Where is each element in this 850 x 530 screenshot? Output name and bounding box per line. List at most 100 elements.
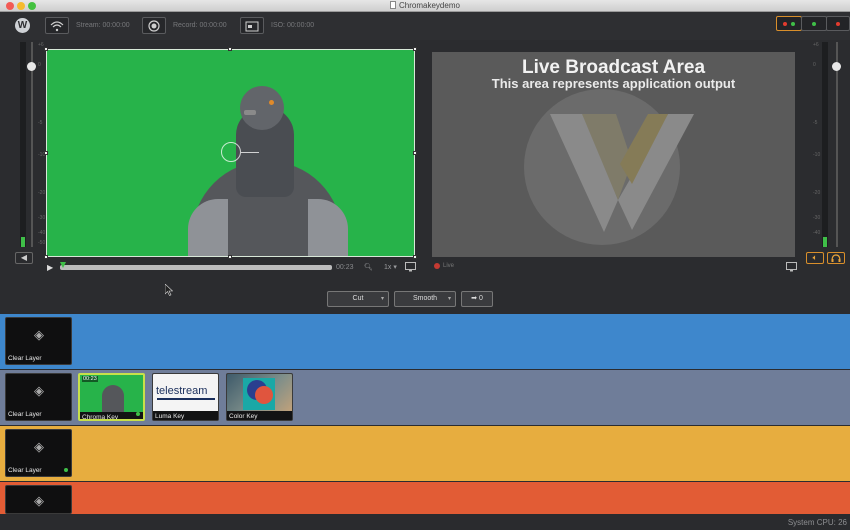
window-title: Chromakeydemo: [0, 1, 850, 10]
color-key-thumbnail: [227, 374, 292, 411]
record-button[interactable]: [142, 17, 166, 34]
clear-layer-clip[interactable]: ◈ Clear Layer: [5, 373, 72, 421]
clear-layer-clip[interactable]: ◈ Clear Layer: [5, 317, 72, 365]
live-label: Live: [443, 263, 455, 269]
status-indicator-2[interactable]: [801, 16, 827, 31]
scale-tick: +6: [38, 42, 44, 48]
pigeon-beak: [244, 110, 256, 115]
scale-tick: -20: [813, 190, 821, 196]
left-mute-button[interactable]: ◀: [15, 252, 33, 264]
toolbar: W Stream: 00:00:00 Record: 00:00:00 ISO:…: [0, 12, 850, 40]
scale-tick: -30: [813, 215, 821, 221]
scale-tick: -20: [38, 190, 46, 196]
layers-icon: ◈: [34, 493, 44, 508]
output-canvas: Live Broadcast Area This area represents…: [432, 52, 795, 257]
speed-select[interactable]: 1x ▾: [384, 263, 397, 271]
rotation-handle[interactable]: [241, 152, 259, 153]
logo-underline: [157, 398, 215, 400]
resize-handle-bl[interactable]: [44, 255, 48, 259]
resize-handle-tl[interactable]: [44, 47, 48, 51]
layer-row-3: [0, 426, 850, 481]
color-key-clip[interactable]: Color Key: [226, 373, 293, 421]
wifi-icon: [50, 21, 64, 32]
cpu-readout: System CPU: 26: [788, 518, 847, 527]
go-button[interactable]: ➡ 0: [461, 291, 493, 307]
layer-row-4: [0, 482, 850, 514]
status-dot-icon: [812, 22, 816, 26]
resize-handle-tr[interactable]: [413, 47, 417, 51]
arrow-right-icon: ➡: [471, 295, 477, 302]
left-meter-level: [21, 237, 25, 247]
status-indicator-1[interactable]: [776, 16, 802, 31]
pigeon-eye: [269, 100, 274, 105]
play-button[interactable]: ▶: [47, 263, 56, 272]
scrubber-track[interactable]: [60, 265, 332, 270]
status-indicator-3[interactable]: [826, 16, 850, 31]
right-meter-level: [823, 237, 827, 247]
go-label: 0: [478, 295, 483, 302]
telestream-logo: telestream: [156, 385, 208, 397]
iso-button[interactable]: [240, 17, 264, 34]
output-monitor-icon[interactable]: [786, 262, 797, 274]
live-status-dot-icon: [64, 468, 68, 472]
cpu-value: 26: [838, 518, 847, 527]
scale-tick: 0: [38, 62, 41, 68]
stream-button[interactable]: [45, 17, 69, 34]
resize-handle-r[interactable]: [413, 151, 417, 155]
speaker-button[interactable]: 🔈︎: [806, 252, 824, 264]
transition-effect-value: Smooth: [412, 295, 438, 302]
headphones-button[interactable]: [827, 252, 845, 264]
pigeon-thumbnail-shape: [102, 385, 124, 415]
clip-label: Color Key: [227, 411, 292, 420]
resize-handle-t[interactable]: [228, 47, 232, 51]
transition-type-select[interactable]: Cut ▾: [327, 291, 389, 307]
scale-tick: -50: [38, 240, 46, 246]
speaker-icon: 🔈︎: [812, 253, 818, 262]
stream-time-label: Stream: 00:00:00: [76, 22, 130, 29]
iso-time-label: ISO: 00:00:00: [271, 22, 315, 29]
document-icon: [390, 1, 397, 9]
resize-handle-br[interactable]: [413, 255, 417, 259]
clip-label: Clear Layer: [8, 411, 42, 418]
title-bar: Chromakeydemo: [0, 0, 850, 12]
headphones-icon: [831, 254, 841, 262]
zoom-icon[interactable]: 🔍︎: [364, 263, 373, 271]
scale-tick: -5: [38, 120, 43, 126]
speaker-muted-icon: ◀: [20, 253, 28, 262]
resize-handle-l[interactable]: [44, 151, 48, 155]
live-indicator-icon: [434, 263, 440, 269]
right-volume-slider[interactable]: [832, 62, 841, 71]
clear-layer-clip[interactable]: ◈ Clear Layer: [5, 429, 72, 477]
left-volume-rail: [31, 42, 33, 247]
output-subtitle: This area represents application output: [491, 76, 736, 91]
chroma-key-clip[interactable]: 00:23 Chroma Key: [78, 373, 145, 421]
preview-timecode: 00:23: [336, 264, 354, 271]
right-volume-rail: [836, 42, 838, 247]
record-time-label: Record: 00:00:00: [173, 22, 227, 29]
clear-layer-clip[interactable]: ◈: [5, 485, 72, 514]
clip-label: Clear Layer: [8, 467, 42, 474]
transition-effect-select[interactable]: Smooth ▾: [394, 291, 456, 307]
transform-center-handle[interactable]: [221, 142, 241, 162]
status-bar: System CPU: 26: [0, 514, 850, 530]
scale-tick: +6: [813, 42, 819, 48]
dropdown-caret-icon: ▾: [380, 296, 384, 302]
preview-canvas[interactable]: [46, 49, 415, 257]
luma-key-thumbnail: telestream: [153, 374, 218, 411]
clip-label: Luma Key: [153, 411, 218, 420]
clip-timecode: 00:23: [82, 376, 98, 382]
record-icon: [148, 20, 160, 32]
right-audio-meter: [822, 42, 828, 247]
layer-row-1: [0, 314, 850, 369]
layers-icon: ◈: [34, 383, 44, 398]
luma-key-clip[interactable]: telestream Luma Key: [152, 373, 219, 421]
transition-type-value: Cut: [352, 295, 364, 302]
scale-tick: -40: [813, 230, 821, 236]
scale-tick: -30: [38, 215, 46, 221]
status-dot-icon: [791, 22, 795, 26]
app-logo-icon: W: [15, 18, 30, 33]
resize-handle-b[interactable]: [228, 255, 232, 259]
live-status-dot-icon: [136, 412, 140, 416]
monitor-icon[interactable]: [405, 262, 416, 274]
left-volume-slider[interactable]: [27, 62, 36, 71]
